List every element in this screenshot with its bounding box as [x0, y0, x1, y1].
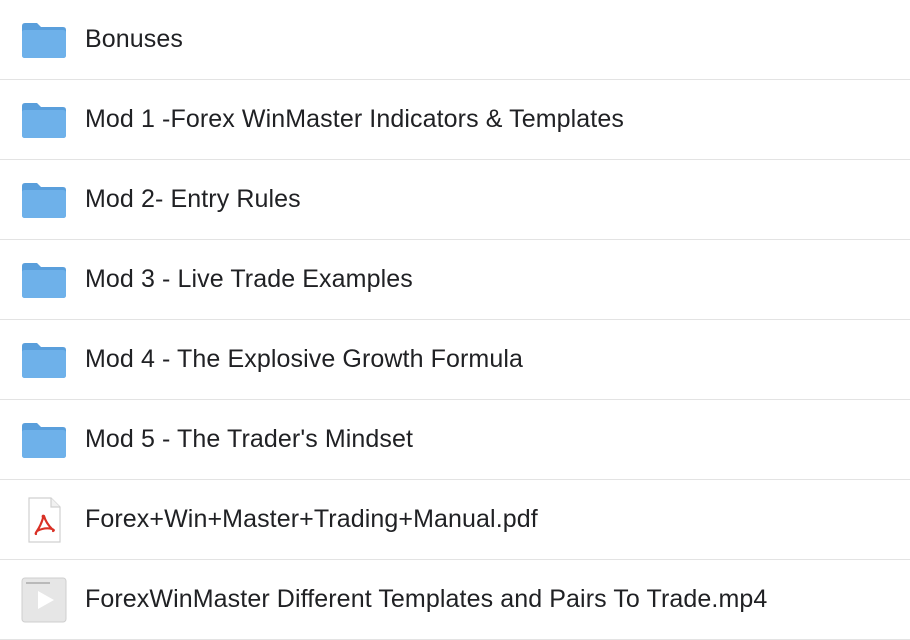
video-file-icon: [20, 576, 68, 624]
folder-icon: [20, 96, 68, 144]
item-name: ForexWinMaster Different Templates and P…: [85, 585, 768, 613]
pdf-file-icon: [20, 496, 68, 544]
file-list: Bonuses Mod 1 -Forex WinMaster Indicator…: [0, 0, 910, 640]
folder-icon: [20, 416, 68, 464]
folder-icon: [20, 176, 68, 224]
list-item-folder[interactable]: Mod 2- Entry Rules: [0, 160, 910, 240]
item-name: Mod 3 - Live Trade Examples: [85, 265, 413, 293]
list-item-file[interactable]: ForexWinMaster Different Templates and P…: [0, 560, 910, 640]
folder-icon: [20, 16, 68, 64]
item-name: Forex+Win+Master+Trading+Manual.pdf: [85, 505, 538, 533]
list-item-folder[interactable]: Mod 4 - The Explosive Growth Formula: [0, 320, 910, 400]
item-name: Bonuses: [85, 25, 183, 53]
item-name: Mod 2- Entry Rules: [85, 185, 301, 213]
item-name: Mod 1 -Forex WinMaster Indicators & Temp…: [85, 105, 624, 133]
item-name: Mod 4 - The Explosive Growth Formula: [85, 345, 524, 373]
list-item-folder[interactable]: Mod 3 - Live Trade Examples: [0, 240, 910, 320]
item-name: Mod 5 - The Trader's Mindset: [85, 425, 414, 453]
list-item-folder[interactable]: Mod 5 - The Trader's Mindset: [0, 400, 910, 480]
list-item-folder[interactable]: Mod 1 -Forex WinMaster Indicators & Temp…: [0, 80, 910, 160]
list-item-file[interactable]: Forex+Win+Master+Trading+Manual.pdf: [0, 480, 910, 560]
folder-icon: [20, 256, 68, 304]
folder-icon: [20, 336, 68, 384]
list-item-folder[interactable]: Bonuses: [0, 0, 910, 80]
